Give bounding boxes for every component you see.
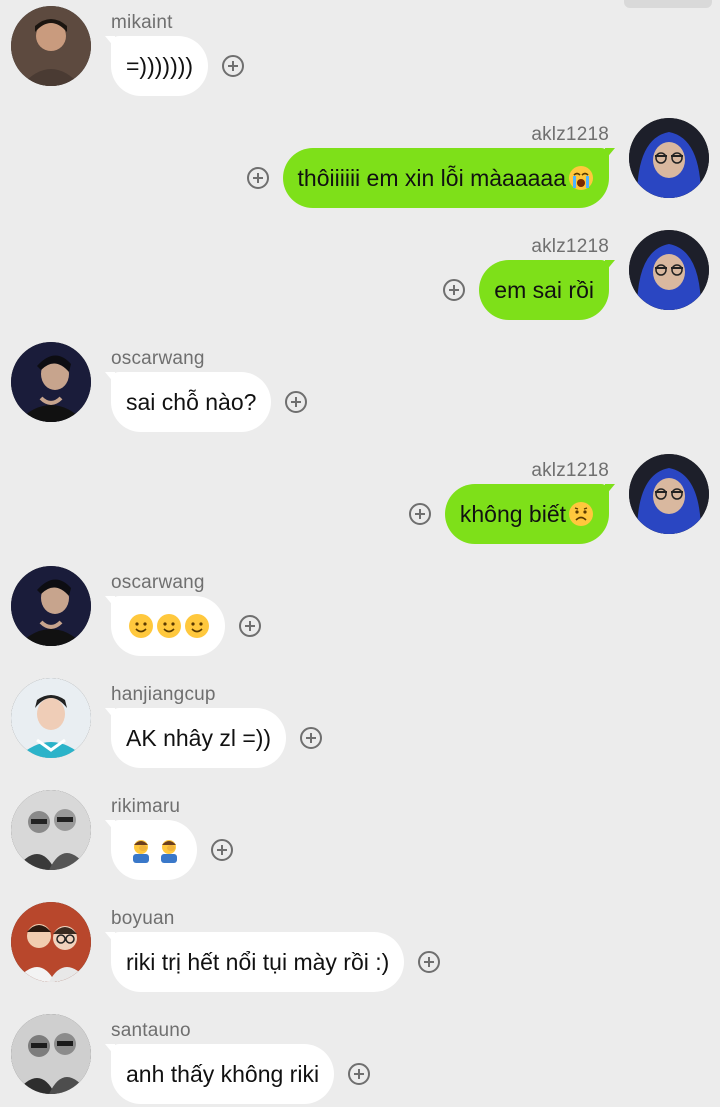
oscarwang-avatar[interactable]	[11, 566, 91, 646]
add-reaction-icon[interactable]	[348, 1063, 371, 1085]
message-bubble[interactable]: AK nhây zl =))	[104, 708, 287, 768]
message-bubble[interactable]: =)))))))	[104, 36, 209, 96]
smiling-face-icon	[156, 613, 182, 639]
sender-name: hanjiangcup	[111, 684, 216, 705]
status-chip	[624, 0, 712, 8]
boyuan-avatar[interactable]	[11, 902, 91, 982]
message-text: anh thấy không riki	[126, 1060, 320, 1087]
smiling-face-icon	[128, 613, 154, 639]
message-bubble[interactable]: thôiiiiii em xin lỗi màaaaaa	[282, 148, 616, 208]
smiling-face-icon	[184, 613, 210, 639]
add-reaction-icon[interactable]	[222, 55, 245, 77]
message-text: không biết	[459, 500, 566, 527]
message-bubble[interactable]: riki trị hết nổi tụi mày rồi :)	[104, 932, 405, 992]
message-text: riki trị hết nổi tụi mày rồi :)	[126, 948, 390, 975]
sender-name: oscarwang	[111, 572, 205, 593]
sender-name: santauno	[111, 1020, 191, 1041]
message-text: AK nhây zl =))	[126, 724, 272, 751]
sad-face-icon	[568, 501, 594, 527]
sender-name: mikaint	[111, 12, 173, 33]
add-reaction-icon[interactable]	[285, 391, 308, 413]
aklz1218-avatar[interactable]	[629, 118, 709, 198]
add-reaction-icon[interactable]	[211, 839, 233, 861]
facepalm-person-icon	[156, 837, 182, 863]
message-text: =)))))))	[126, 52, 194, 79]
mikaint-avatar[interactable]	[11, 6, 91, 86]
sender-name: aklz1218	[531, 124, 609, 145]
aklz1218-avatar[interactable]	[629, 230, 709, 310]
sender-name: aklz1218	[531, 236, 609, 257]
message-bubble[interactable]: em sai rồi	[479, 260, 615, 320]
message-text: thôiiiiii em xin lỗi màaaaaa	[297, 164, 566, 191]
sender-name: boyuan	[111, 908, 175, 929]
message-bubble[interactable]: không biết	[444, 484, 616, 544]
add-reaction-icon[interactable]	[246, 167, 269, 189]
aklz1218-avatar[interactable]	[629, 454, 709, 534]
add-reaction-icon[interactable]	[239, 615, 261, 637]
message-bubble[interactable]	[105, 820, 197, 880]
oscarwang-avatar[interactable]	[11, 342, 91, 422]
message-text: em sai rồi	[494, 276, 594, 303]
add-reaction-icon[interactable]	[443, 279, 466, 301]
rikimaru-avatar[interactable]	[11, 790, 91, 870]
hanjiangcup-avatar[interactable]	[11, 678, 91, 758]
message-bubble[interactable]	[105, 596, 225, 656]
message-bubble[interactable]: sai chỗ nào?	[104, 372, 272, 432]
sender-name: rikimaru	[111, 796, 181, 817]
message-bubble[interactable]: anh thấy không riki	[104, 1044, 335, 1104]
add-reaction-icon[interactable]	[418, 951, 441, 973]
loudly-crying-face-icon	[568, 165, 594, 191]
sender-name: aklz1218	[531, 460, 609, 481]
add-reaction-icon[interactable]	[408, 503, 431, 525]
facepalm-person-icon	[128, 837, 154, 863]
message-text: sai chỗ nào?	[126, 388, 257, 415]
santauno-avatar[interactable]	[11, 1014, 91, 1094]
sender-name: oscarwang	[111, 348, 205, 369]
add-reaction-icon[interactable]	[300, 727, 323, 749]
